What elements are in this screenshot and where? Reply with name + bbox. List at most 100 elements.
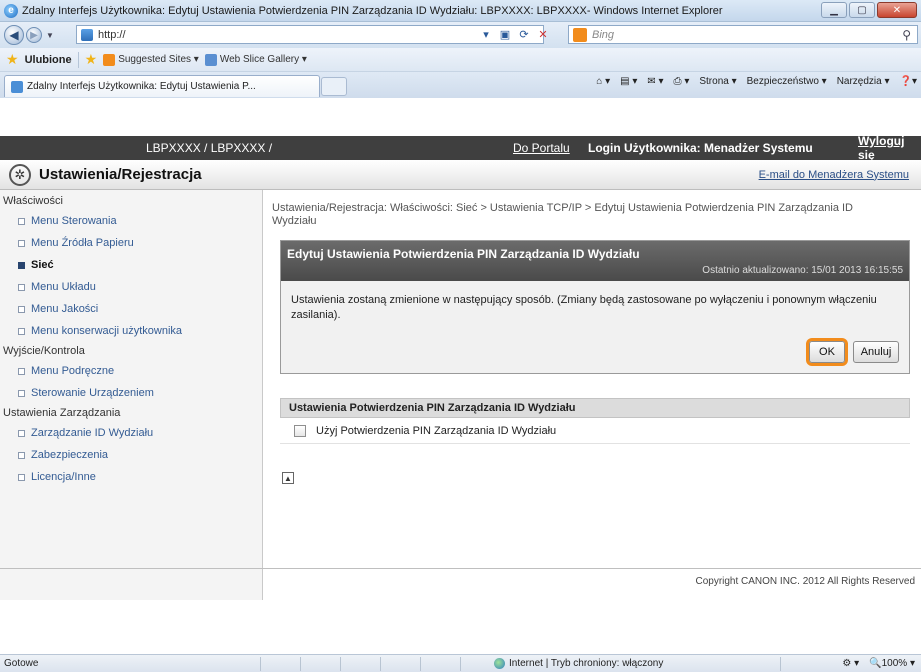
tab-current[interactable]: Zdalny Interfejs Użytkownika: Edytuj Ust… — [4, 75, 320, 97]
sidebar-item-license[interactable]: Licencja/Inne — [0, 466, 262, 488]
bullet-icon — [18, 473, 25, 481]
bullet-icon — [18, 217, 25, 225]
add-favorite-icon[interactable]: ★ — [85, 51, 98, 68]
help-icon[interactable]: ❓▾ — [900, 76, 917, 87]
status-divider — [260, 657, 261, 671]
ok-button[interactable]: OK — [809, 341, 845, 363]
suggested-sites-icon — [103, 53, 116, 66]
sidebar-item-dept-id[interactable]: Zarządzanie ID Wydziału — [0, 422, 262, 444]
sidebar-item-security[interactable]: Zabezpieczenia — [0, 444, 262, 466]
bullet-icon — [18, 239, 25, 247]
section-title: Ustawienia Potwierdzenia PIN Zarządzania… — [280, 398, 910, 418]
sidebar-item-control-menu[interactable]: Menu Sterowania — [0, 210, 262, 232]
status-divider — [460, 657, 461, 671]
sidebar-item-utility-menu[interactable]: Menu Podręczne — [0, 360, 262, 382]
bullet-icon — [18, 305, 25, 313]
sidebar-item-device-control[interactable]: Sterowanie Urządzeniem — [0, 382, 262, 404]
sidebar-item-label: Zarządzanie ID Wydziału — [31, 427, 154, 439]
status-text: Gotowe — [4, 658, 39, 669]
home-icon[interactable]: ⌂ ▾ — [596, 76, 610, 87]
mail-admin-link[interactable]: E-mail do Menadżera Systemu — [759, 169, 909, 181]
status-divider — [340, 657, 341, 671]
sidebar-item-layout[interactable]: Menu Układu — [0, 276, 262, 298]
login-user: Login Użytkownika: Menadżer Systemu — [588, 141, 813, 155]
settings-section: Ustawienia Potwierdzenia PIN Zarządzania… — [280, 398, 910, 444]
status-divider — [420, 657, 421, 671]
web-slice-gallery-link[interactable]: Web Slice Gallery ▾ — [204, 53, 307, 66]
status-tools: ⚙ ▾ 🔍100% ▾ — [842, 658, 915, 669]
search-placeholder: Bing — [592, 28, 615, 41]
url-input[interactable]: http:// — [76, 25, 544, 44]
dialog-title: Edytuj Ustawienia Potwierdzenia PIN Zarz… — [287, 247, 640, 261]
command-bar: ⌂ ▾ ▤ ▾ ✉ ▾ ⎙ ▾ Strona ▾ Bezpieczeństwo … — [596, 76, 917, 87]
status-bar: Gotowe Internet | Tryb chroniony: włączo… — [0, 654, 921, 672]
last-updated: Ostatnio aktualizowano: 15/01 2013 16:15… — [702, 265, 903, 276]
suggested-sites-link[interactable]: Suggested Sites ▾ — [103, 53, 199, 66]
cancel-button[interactable]: Anuluj — [853, 341, 899, 363]
maximize-button[interactable]: ▢ — [849, 2, 875, 18]
pin-confirm-label: Użyj Potwierdzenia PIN Zarządzania ID Wy… — [316, 424, 557, 437]
sidebar-item-network[interactable]: Sieć — [0, 254, 262, 276]
bullet-icon — [18, 429, 25, 437]
minimize-button[interactable]: ▁ — [821, 2, 847, 18]
history-dropdown-icon[interactable]: ▼ — [46, 31, 54, 40]
protected-mode-icon[interactable]: ⚙ ▾ — [842, 658, 859, 669]
zoom-control[interactable]: 🔍100% ▾ — [869, 658, 915, 669]
sidebar-item-label: Menu Źródła Papieru — [31, 237, 134, 249]
logout-link[interactable]: Wyloguj się — [858, 134, 921, 162]
pin-confirm-row: Użyj Potwierdzenia PIN Zarządzania ID Wy… — [280, 418, 910, 444]
bullet-icon — [18, 451, 25, 459]
device-name: LBPXXXX / LBPXXXX / — [146, 141, 273, 155]
page-title: Ustawienia/Rejestracja — [39, 166, 202, 183]
status-divider — [300, 657, 301, 671]
sidebar-item-label: Licencja/Inne — [31, 471, 96, 483]
status-divider — [780, 657, 781, 671]
dialog-header: Edytuj Ustawienia Potwierdzenia PIN Zarz… — [281, 241, 909, 281]
favorites-button[interactable]: Ulubione — [25, 54, 72, 66]
dropdown-icon[interactable]: ▾ — [478, 27, 494, 43]
web-slice-label: Web Slice Gallery ▾ — [219, 54, 307, 65]
sidebar-item-label: Menu Podręczne — [31, 365, 115, 377]
page-content: LBPXXXX / LBPXXXX / Do Portalu Login Uży… — [0, 98, 921, 654]
sidebar-item-maintenance[interactable]: Menu konserwacji użytkownika — [0, 320, 262, 342]
sidebar-item-quality[interactable]: Menu Jakości — [0, 298, 262, 320]
sidebar-item-label: Zabezpieczenia — [31, 449, 109, 461]
close-window-button[interactable]: ✕ — [877, 2, 917, 18]
forward-button[interactable]: ▶ — [26, 27, 42, 43]
mail-icon[interactable]: ✉ ▾ — [647, 76, 663, 87]
tab-bar: Zdalny Interfejs Użytkownika: Edytuj Ust… — [0, 72, 921, 98]
feeds-icon[interactable]: ▤ ▾ — [620, 76, 637, 87]
back-to-top-icon[interactable]: ▲ — [282, 472, 294, 484]
back-button[interactable]: ◀ — [4, 25, 24, 45]
sidebar-group-management: Ustawienia Zarządzania — [3, 407, 121, 419]
stop-icon[interactable]: ✕ — [535, 27, 551, 43]
window-controls: ▁ ▢ ✕ — [821, 2, 917, 18]
new-tab-button[interactable] — [321, 77, 347, 96]
site-favicon-icon — [81, 28, 93, 41]
sidebar-item-label: Menu Sterowania — [31, 215, 117, 227]
page-header: ✲ Ustawienia/Rejestracja E-mail do Menad… — [0, 160, 921, 190]
page-menu[interactable]: Strona ▾ — [699, 76, 736, 87]
print-icon[interactable]: ⎙ ▾ — [674, 76, 690, 87]
search-icon[interactable]: ⚲ — [902, 28, 911, 42]
compatibility-icon[interactable]: ▣ — [497, 27, 513, 43]
internet-globe-icon — [494, 658, 505, 669]
dialog-message: Ustawienia zostaną zmienione w następują… — [291, 294, 877, 321]
safety-menu[interactable]: Bezpieczeństwo ▾ — [747, 76, 827, 87]
refresh-icon[interactable]: ⟳ — [516, 27, 532, 43]
sidebar-item-paper-source[interactable]: Menu Źródła Papieru — [0, 232, 262, 254]
pin-confirm-checkbox[interactable] — [294, 424, 306, 437]
sidebar-item-label: Sterowanie Urządzeniem — [31, 387, 154, 399]
favorites-star-icon[interactable]: ★ — [6, 51, 19, 68]
sidebar-group-output: Wyjście/Kontrola — [3, 345, 85, 357]
search-input[interactable]: Bing ⚲ — [568, 25, 918, 44]
copyright: Copyright CANON INC. 2012 All Rights Res… — [695, 576, 915, 587]
favorites-divider — [77, 51, 79, 68]
address-bar: ◀ ▶ ▼ http:// ▾ ▣ ⟳ ✕ Bing ⚲ — [0, 22, 921, 48]
portal-link[interactable]: Do Portalu — [513, 141, 570, 155]
url-text: http:// — [98, 28, 126, 41]
tools-menu[interactable]: Narzędzia ▾ — [837, 76, 890, 87]
sidebar-item-label: Menu Jakości — [31, 303, 99, 315]
security-zone[interactable]: Internet | Tryb chroniony: włączony — [494, 658, 663, 669]
sidebar-item-label: Sieć — [31, 259, 54, 271]
